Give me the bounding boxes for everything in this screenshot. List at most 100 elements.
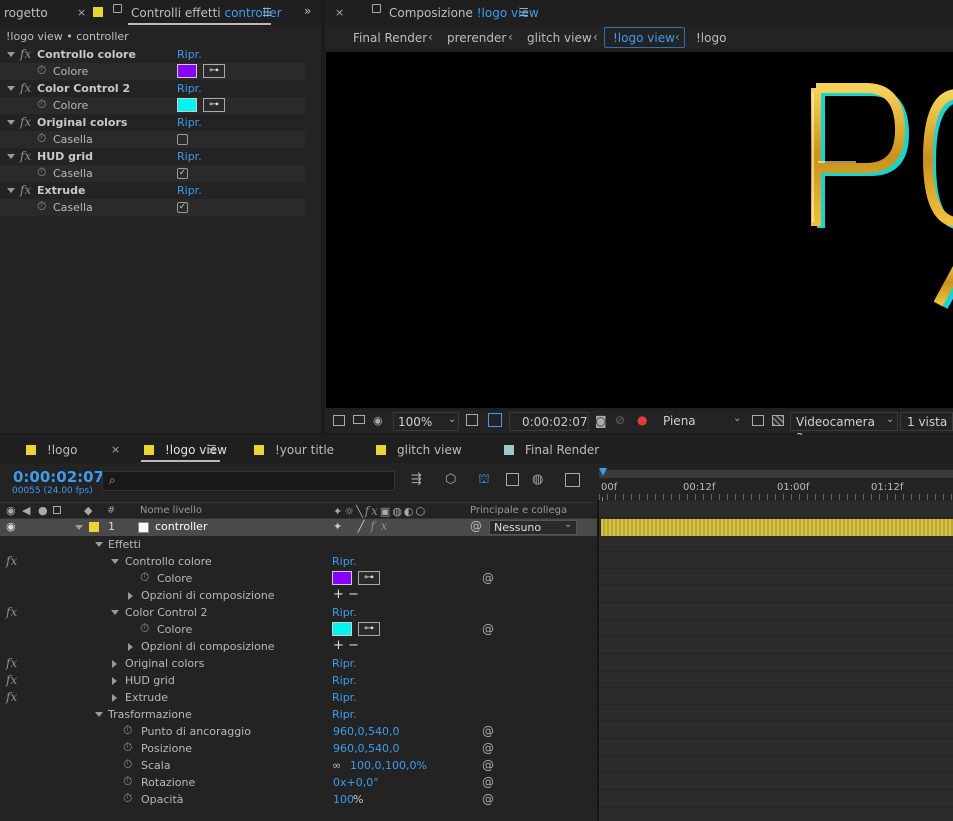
layer-search-input[interactable]: ⌕: [102, 471, 395, 491]
property-row[interactable]: fx Controllo colore Ripr.: [0, 553, 597, 570]
checkbox[interactable]: [177, 134, 188, 145]
parent-pickwhip-icon[interactable]: @: [470, 519, 482, 533]
parent-select[interactable]: Nessuno ⌄: [489, 519, 577, 535]
add-remove-icon[interactable]: + −: [333, 586, 359, 603]
eye-icon[interactable]: ◉: [6, 504, 16, 517]
reset-link[interactable]: Ripr.: [177, 80, 202, 97]
chevron-down-icon[interactable]: [7, 86, 15, 91]
fx-icon[interactable]: fx: [6, 655, 17, 672]
color-swatch[interactable]: [177, 98, 197, 112]
stopwatch-icon[interactable]: ⏱: [140, 569, 149, 586]
fx-icon[interactable]: fx: [20, 80, 31, 97]
chevron-down-icon[interactable]: [7, 52, 15, 57]
effect-row[interactable]: fx Original colors Ripr.: [0, 114, 305, 131]
roi-icon[interactable]: [752, 415, 764, 426]
fx-icon[interactable]: fx: [20, 46, 31, 63]
effect-row[interactable]: fx Controllo colore Ripr.: [0, 46, 305, 63]
close-tab-icon[interactable]: ×: [77, 6, 86, 19]
expression-pickwhip-icon[interactable]: @: [482, 570, 494, 587]
mask-icon[interactable]: ◉: [373, 414, 383, 427]
motion-blur-icon[interactable]: ◍: [532, 472, 543, 487]
chevron-right-icon[interactable]: [112, 694, 117, 702]
stopwatch-icon[interactable]: ⏱: [140, 620, 149, 637]
property-row[interactable]: ⏱ Colore ⊶ @: [0, 621, 597, 638]
eyedropper-icon[interactable]: ⊶: [203, 98, 225, 112]
stopwatch-icon[interactable]: ⏱: [37, 130, 46, 147]
expression-pickwhip-icon[interactable]: @: [482, 774, 494, 791]
comp-flowchart-icon[interactable]: ⇶: [411, 472, 422, 487]
fit-icon[interactable]: [466, 414, 478, 426]
stopwatch-icon[interactable]: ⏱: [123, 790, 132, 807]
stopwatch-icon[interactable]: ⏱: [123, 722, 132, 739]
chevron-down-icon[interactable]: [7, 120, 15, 125]
fx-icon[interactable]: fx: [6, 672, 17, 689]
checkbox[interactable]: ✓: [177, 168, 188, 179]
chevron-down-icon[interactable]: [75, 525, 83, 530]
property-row[interactable]: ⏱ Posizione 960,0,540,0 @: [0, 740, 597, 757]
breadcrumb-item[interactable]: Final Render: [353, 31, 427, 45]
reset-link[interactable]: Ripr.: [177, 46, 202, 63]
chevron-down-icon[interactable]: [7, 154, 15, 159]
stopwatch-icon[interactable]: ⏱: [37, 198, 46, 215]
reset-link[interactable]: Ripr.: [332, 553, 357, 570]
property-row[interactable]: ⏱ Colore ⊶ @: [0, 570, 597, 587]
link-icon[interactable]: ∞: [332, 757, 341, 774]
lock-icon[interactable]: [372, 4, 381, 13]
effect-row[interactable]: fx Color Control 2 Ripr.: [0, 80, 305, 97]
stopwatch-icon[interactable]: ⏱: [37, 62, 46, 79]
expression-pickwhip-icon[interactable]: @: [482, 723, 494, 740]
draft-3d-icon[interactable]: ⬡: [445, 472, 456, 487]
lock-icon[interactable]: [113, 4, 122, 13]
layer-label-color[interactable]: [89, 522, 99, 532]
property-row[interactable]: fx Color Control 2 Ripr.: [0, 604, 597, 621]
timecode-field[interactable]: 0:00:02:07: [509, 412, 589, 431]
fx-icon[interactable]: fx: [6, 553, 17, 570]
expression-pickwhip-icon[interactable]: @: [482, 757, 494, 774]
eyedropper-icon[interactable]: ⊶: [203, 64, 225, 78]
add-remove-icon[interactable]: + −: [333, 637, 359, 654]
work-area-bar[interactable]: [599, 470, 953, 478]
resolution-select[interactable]: Piena ⌄: [657, 412, 745, 431]
show-snapshot-icon[interactable]: ⊘: [615, 413, 625, 427]
stopwatch-icon[interactable]: ⏱: [123, 773, 132, 790]
chevron-right-icon[interactable]: [128, 592, 133, 600]
stopwatch-icon[interactable]: ⏱: [37, 164, 46, 181]
breadcrumb-item[interactable]: !logo: [696, 31, 726, 45]
color-swatch[interactable]: [177, 64, 197, 78]
chevron-down-icon[interactable]: [111, 610, 119, 615]
reset-link[interactable]: Ripr.: [332, 655, 357, 672]
camera-select[interactable]: Videocamera a... ⌄: [790, 412, 898, 443]
property-value[interactable]: 0x+0,0°: [333, 774, 379, 791]
views-select[interactable]: 1 vista: [900, 412, 953, 431]
close-tab-icon[interactable]: ×: [111, 443, 120, 456]
audio-icon[interactable]: ◀: [22, 504, 30, 517]
reset-link[interactable]: Ripr.: [332, 706, 357, 723]
eyedropper-icon[interactable]: ⊶: [358, 622, 380, 636]
reset-link[interactable]: Ripr.: [177, 148, 202, 165]
tab-menu-icon[interactable]: ☰: [262, 6, 272, 19]
reset-link[interactable]: Ripr.: [177, 182, 202, 199]
channels-icon[interactable]: ●: [637, 413, 647, 427]
panel-divider[interactable]: [597, 501, 599, 821]
lock-icon[interactable]: [53, 506, 61, 514]
stopwatch-icon[interactable]: ⏱: [123, 756, 132, 773]
fx-icon[interactable]: fx: [20, 114, 31, 131]
snapshot-layers-icon[interactable]: [333, 415, 345, 426]
fx-icon[interactable]: fx: [20, 148, 31, 165]
stopwatch-icon[interactable]: ⏱: [123, 739, 132, 756]
reset-link[interactable]: Ripr.: [332, 604, 357, 621]
chevron-down-icon[interactable]: [7, 188, 15, 193]
chevron-down-icon[interactable]: [111, 559, 119, 564]
expression-pickwhip-icon[interactable]: @: [482, 740, 494, 757]
property-value[interactable]: 960,0,540,0: [333, 740, 399, 757]
breadcrumb-item[interactable]: prerender: [447, 31, 506, 45]
region-icon[interactable]: [488, 413, 502, 427]
layer-duration-bar[interactable]: [601, 519, 953, 536]
layer-switches[interactable]: ✦ ╱fx: [333, 519, 394, 533]
property-row[interactable]: Opzioni di composizione + −: [0, 587, 597, 604]
property-row[interactable]: ⏱ Punto di ancoraggio 960,0,540,0 @: [0, 723, 597, 740]
solo-icon[interactable]: ●: [38, 504, 48, 517]
frame-blending-icon[interactable]: [506, 473, 519, 486]
label-icon[interactable]: ◆: [84, 504, 92, 517]
chevron-down-icon[interactable]: [95, 542, 103, 547]
